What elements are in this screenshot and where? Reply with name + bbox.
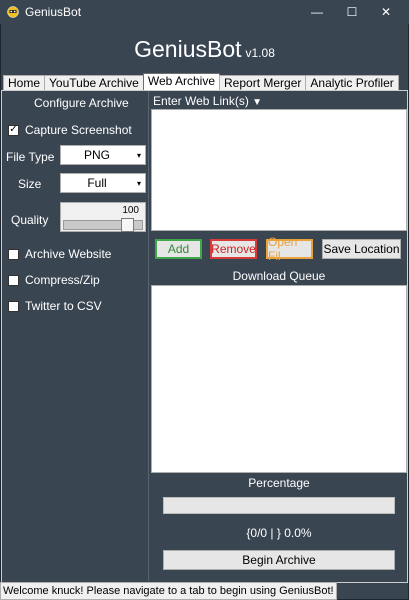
app-name: GeniusBot <box>134 36 242 62</box>
app-header: GeniusBot v1.08 <box>0 36 409 63</box>
slider-handle[interactable] <box>121 218 134 232</box>
begin-archive-button[interactable]: Begin Archive <box>163 550 395 570</box>
compress-zip-checkbox[interactable] <box>8 274 19 286</box>
save-location-button[interactable]: Save Location <box>322 239 401 259</box>
tab-bar: Home YouTube Archive Web Archive Report … <box>3 73 399 91</box>
web-links-label: Enter Web Link(s) <box>153 94 249 108</box>
chevron-down-icon: ▾ <box>136 178 141 188</box>
tab-youtube-archive[interactable]: YouTube Archive <box>44 75 144 91</box>
slider-track[interactable] <box>63 218 143 232</box>
file-type-value: PNG <box>83 148 110 162</box>
chevron-down-icon: ▾ <box>136 150 141 160</box>
size-label: Size <box>18 177 42 191</box>
tab-report-merger[interactable]: Report Merger <box>219 75 307 91</box>
capture-screenshot-label: Capture Screenshot <box>25 123 132 137</box>
archive-website-option[interactable]: Archive Website <box>8 247 111 261</box>
open-file-button[interactable]: Open Fil <box>266 235 313 263</box>
quality-label: Quality <box>11 213 49 227</box>
size-value: Full <box>87 176 107 190</box>
title-bar: GeniusBot — ☐ ✕ <box>0 0 409 24</box>
file-type-label: File Type <box>6 150 55 164</box>
robot-icon <box>7 6 19 18</box>
progress-bar <box>163 497 395 514</box>
download-queue-title: Download Queue <box>232 269 326 283</box>
close-button[interactable]: ✕ <box>363 0 409 24</box>
percentage-title: Percentage <box>248 476 310 490</box>
download-queue-list[interactable] <box>151 285 407 473</box>
status-bar: Welcome knuck! Please navigate to a tab … <box>0 582 337 600</box>
quality-value: 100 <box>122 205 139 216</box>
configure-title: Configure Archive <box>34 96 129 110</box>
window-title: GeniusBot <box>25 5 82 19</box>
tab-home[interactable]: Home <box>3 75 46 91</box>
twitter-csv-option[interactable]: Twitter to CSV <box>8 299 102 313</box>
chevron-down-icon: ▼ <box>252 97 263 108</box>
twitter-csv-label: Twitter to CSV <box>25 299 102 313</box>
web-links-menu[interactable]: Enter Web Link(s) ▼ <box>153 94 262 108</box>
tab-web-archive[interactable]: Web Archive <box>142 73 221 91</box>
progress-status: {0/0 | } 0.0% <box>246 526 312 540</box>
add-button[interactable]: Add <box>155 239 202 259</box>
twitter-csv-checkbox[interactable] <box>8 300 19 312</box>
capture-screenshot-option[interactable]: ✓ Capture Screenshot <box>8 123 132 137</box>
compress-zip-option[interactable]: Compress/Zip <box>8 273 100 287</box>
archive-website-checkbox[interactable] <box>8 248 19 260</box>
remove-button[interactable]: Remove <box>210 239 257 259</box>
size-dropdown[interactable]: Full ▾ <box>60 173 146 193</box>
app-version: v1.08 <box>245 46 275 60</box>
file-type-dropdown[interactable]: PNG ▾ <box>60 145 146 165</box>
quality-slider[interactable]: 100 <box>60 202 146 232</box>
capture-screenshot-checkbox[interactable]: ✓ <box>8 124 19 136</box>
archive-website-label: Archive Website <box>25 247 112 261</box>
web-links-input[interactable] <box>151 109 407 231</box>
tab-analytic-profiler[interactable]: Analytic Profiler <box>305 75 399 91</box>
compress-zip-label: Compress/Zip <box>25 273 100 287</box>
